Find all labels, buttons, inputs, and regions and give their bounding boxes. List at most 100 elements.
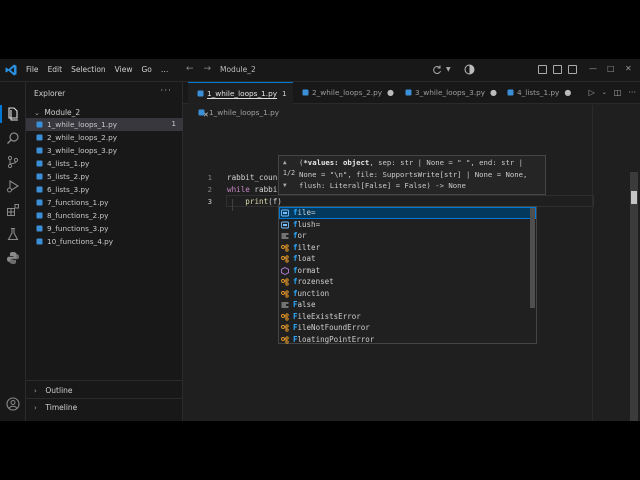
menu-edit[interactable]: Edit [48,65,63,74]
outline-label: Outline [45,386,73,395]
close-icon[interactable]: ✕ [625,64,632,73]
class-icon [281,255,289,263]
menu-go[interactable]: Go [141,65,151,74]
file-item[interactable]: 10_functions_4.py [26,235,183,248]
chevron-right-icon: › [34,404,37,412]
outline-section[interactable]: › Outline [34,386,73,395]
file-item[interactable]: 7_functions_1.py [26,196,183,209]
file-name: 5_lists_2.py [47,172,90,181]
file-item[interactable]: 6_lists_3.py [26,183,183,196]
python-file-icon [302,89,309,96]
suggestion-item[interactable]: flush= [279,219,536,231]
tab-3-while-loops-3[interactable]: 3_while_loops_3.py ● [396,82,498,104]
suggestion-rest: loatingPointError [297,334,375,344]
python-file-icon [36,199,43,206]
file-name: 3_while_loops_3.py [47,146,118,155]
signature-prev-icon[interactable]: ▲ [283,159,287,166]
minimize-icon[interactable]: — [589,64,597,73]
testing-icon[interactable] [6,227,20,241]
toggle-secondary-sidebar-icon[interactable] [568,65,577,74]
file-item[interactable]: 8_functions_2.py [26,209,183,222]
suggestion-item[interactable]: format [279,265,536,277]
editor-tabs: 1_while_loops_1.py 1 ✕ 2_while_loops_2.py… [183,82,640,119]
signature-text: (*values: object, sep: str | None = " ",… [299,157,527,192]
suggestion-item[interactable]: FileNotFoundError [279,322,536,334]
menu-selection[interactable]: Selection [71,65,106,74]
suggestion-item[interactable]: file= [279,207,536,219]
file-item[interactable]: 2_while_loops_2.py [26,131,183,144]
tab-1-while-loops-1[interactable]: 1_while_loops_1.py 1 ✕ [188,82,293,119]
suggestion-item[interactable]: frozenset [279,276,536,288]
python-file-icon [36,147,43,154]
overview-ruler [592,105,593,421]
nav-forward-icon[interactable]: → [204,64,212,74]
line-number: 3 [207,197,212,206]
editor-scrollbar-track[interactable] [630,172,638,421]
split-editor-icon[interactable]: ◫ [614,88,622,97]
timeline-section[interactable]: › Timeline [34,403,77,412]
file-item[interactable]: 3_while_loops_3.py [26,144,183,157]
suggestion-item[interactable]: FileExistsError [279,311,536,323]
code-text: (f) [268,197,282,206]
variable-icon [281,209,289,217]
explorer-more-actions-icon[interactable]: ··· [160,86,172,96]
run-debug-icon[interactable] [6,179,20,193]
code-editor[interactable]: rabbit_coun while rabbi print(f) [227,172,282,208]
folder-module-2[interactable]: ⌄ Module_2 [34,108,80,117]
source-control-icon[interactable] [6,155,20,169]
editor-scrollbar-thumb[interactable] [631,191,637,204]
suggest-scrollbar[interactable] [530,208,535,308]
line-number: 1 [207,173,212,182]
account-icon[interactable] [6,397,20,411]
suggestion-item[interactable]: False [279,299,536,311]
toggle-primary-sidebar-icon[interactable] [538,65,547,74]
signature-next-icon[interactable]: ▼ [283,182,287,189]
breadcrumb[interactable]: 1_while_loops_1.py [198,108,279,117]
maximize-icon[interactable]: □ [607,64,615,73]
suggestion-rest: ilter [297,242,321,252]
toggle-panel-icon[interactable] [553,65,562,74]
tab-4-lists-1[interactable]: 4_lists_1.py ● [498,82,574,104]
title-bar: File Edit Selection View Go … ← → Module… [0,59,640,82]
file-item[interactable]: 4_lists_1.py [26,157,183,170]
tab-2-while-loops-2[interactable]: 2_while_loops_2.py ● [293,82,396,104]
suggestion-item[interactable]: for [279,230,536,242]
nav-back-icon[interactable]: ← [186,64,194,74]
suggestion-item[interactable]: float [279,253,536,265]
vscode-logo-icon [5,64,17,76]
menu-file[interactable]: File [26,65,39,74]
extensions-icon[interactable] [6,203,20,217]
function-print: print [245,197,269,206]
suggestion-item[interactable]: function [279,288,536,300]
suggestion-rest: alse [297,300,316,309]
code-text: rabbi [249,185,278,194]
breadcrumb-file: 1_while_loops_1.py [209,108,280,117]
run-python-file-icon[interactable]: ▷ [589,88,595,97]
explorer-icon[interactable] [6,107,20,121]
copilot-refresh-icon[interactable] [432,65,442,75]
file-item[interactable]: 1_while_loops_1.py 1 [26,118,183,131]
python-icon[interactable] [6,251,20,265]
chevron-down-icon: ⌄ [34,109,40,117]
suggestion-rest: ile= [297,208,316,217]
line-number: 2 [207,185,212,194]
file-item[interactable]: 5_lists_2.py [26,170,183,183]
tab-label: 4_lists_1.py [517,88,560,97]
file-item[interactable]: 9_functions_3.py [26,222,183,235]
command-center-search[interactable]: Module_2 [212,63,458,78]
variable-icon [281,221,289,228]
suggestion-item[interactable]: FloatingPointError [279,334,536,346]
menu-view[interactable]: View [115,65,133,74]
code-line-3: print(f) [227,196,282,208]
file-name: 9_functions_3.py [47,224,109,233]
run-dropdown-icon[interactable]: ⌄ [602,89,607,97]
search-icon[interactable] [6,131,20,145]
menu-more[interactable]: … [161,65,169,74]
copilot-icon[interactable] [464,64,475,75]
activity-active-indicator [0,105,2,123]
suggestion-rest: unction [297,288,330,298]
suggestion-item[interactable]: filter [279,242,536,254]
more-actions-icon[interactable]: ··· [628,88,636,97]
suggestion-rest: ileNotFoundError [297,323,370,332]
copilot-dropdown-icon[interactable]: ▼ [446,66,451,73]
